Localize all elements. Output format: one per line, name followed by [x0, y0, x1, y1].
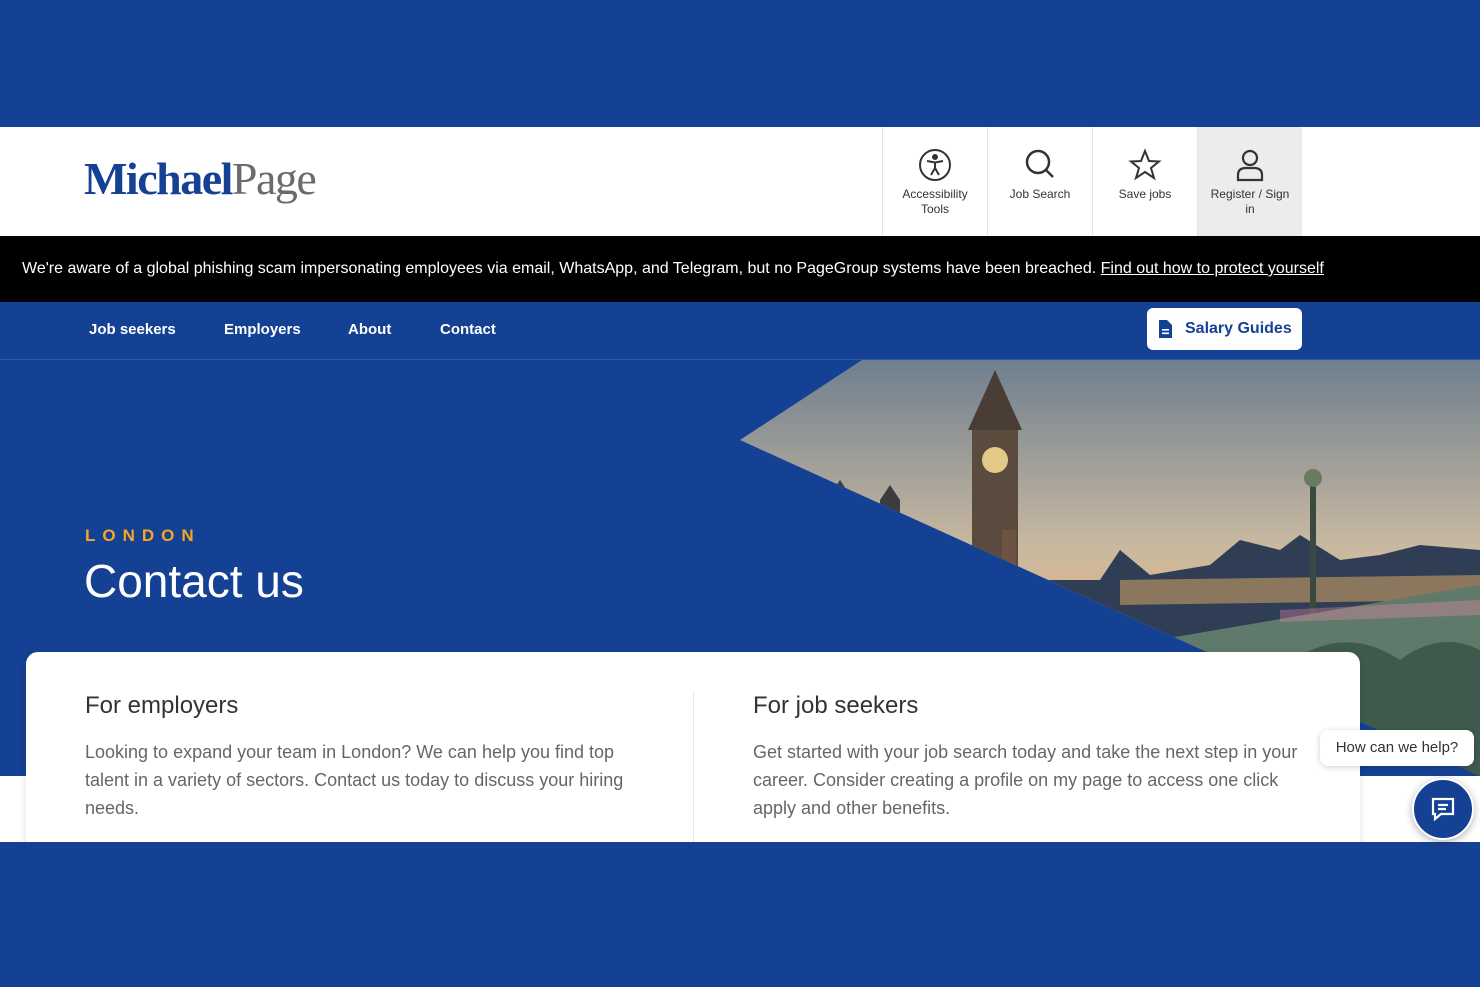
search-icon [1025, 149, 1054, 178]
logo-text-page: Page [231, 153, 317, 204]
header-tools: Accessibility Tools Job Search Save jobs [882, 127, 1302, 236]
nav-about[interactable]: About [348, 302, 391, 358]
phishing-alert-banner: We're aware of a global phishing scam im… [0, 236, 1480, 302]
accessibility-tools-label: Accessibility Tools [902, 187, 968, 216]
nav-job-seekers[interactable]: Job seekers [89, 302, 176, 358]
job-seekers-card: For job seekers Get started with your jo… [753, 652, 1313, 842]
cards-divider [693, 692, 694, 842]
alert-text: We're aware of a global phishing scam im… [22, 260, 1101, 277]
chat-prompt-bubble[interactable]: How can we help? [1320, 730, 1474, 766]
user-icon [1236, 149, 1264, 182]
chat-button[interactable] [1412, 778, 1474, 840]
nav-contact[interactable]: Contact [440, 302, 496, 358]
contact-cards: For employers Looking to expand your tea… [26, 652, 1360, 842]
star-icon [1128, 148, 1162, 181]
salary-guides-button[interactable]: Salary Guides [1147, 308, 1302, 350]
michael-page-logo[interactable]: MichaelPage [84, 149, 317, 209]
hero-eyebrow: LONDON [85, 526, 201, 545]
save-jobs-button[interactable]: Save jobs [1092, 127, 1197, 236]
job-search-label: Job Search [1009, 187, 1071, 201]
site-header: MichaelPage Accessibility Tools Job Sear… [0, 127, 1480, 236]
logo-text-michael: Michael [84, 153, 233, 204]
page-title: Contact us [84, 555, 304, 607]
employers-card-body: Looking to expand your team in London? W… [85, 742, 624, 818]
register-sign-in-label: Register / Sign in [1210, 187, 1290, 216]
job-search-button[interactable]: Job Search [987, 127, 1092, 236]
register-sign-in-button[interactable]: Register / Sign in [1197, 127, 1302, 236]
nav-employers[interactable]: Employers [224, 302, 301, 358]
page-frame: MichaelPage Accessibility Tools Job Sear… [0, 127, 1480, 842]
job-seekers-card-body: Get started with your job search today a… [753, 742, 1298, 818]
accessibility-icon [919, 149, 951, 181]
main-nav: Job seekers Employers About Contact Sala… [0, 302, 1480, 360]
document-icon [1159, 320, 1172, 338]
employers-card-title: For employers [85, 692, 239, 719]
job-seekers-card-title: For job seekers [753, 692, 919, 719]
employers-card: For employers Looking to expand your tea… [85, 652, 645, 842]
save-jobs-label: Save jobs [1118, 187, 1172, 201]
salary-guides-label: Salary Guides [1185, 320, 1292, 337]
protect-yourself-link[interactable]: Find out how to protect yourself [1101, 260, 1324, 277]
accessibility-tools-button[interactable]: Accessibility Tools [882, 127, 987, 236]
chat-icon [1431, 797, 1455, 822]
